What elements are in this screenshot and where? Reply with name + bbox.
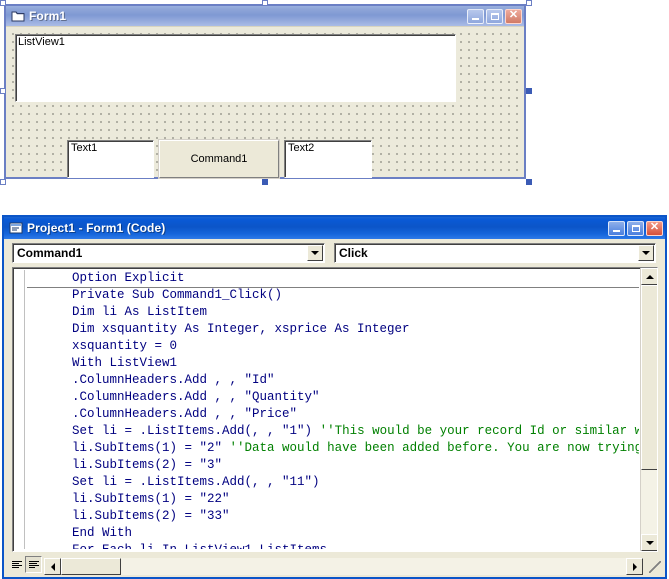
code-line: With ListView1	[27, 355, 639, 372]
form-window-title: Form1	[29, 9, 67, 23]
code-line-text: li.SubItems(1) = "22"	[27, 492, 230, 506]
scroll-right-icon[interactable]	[626, 558, 643, 575]
code-line-text: Private Sub Command1_Click()	[27, 288, 283, 302]
form-window-titlebar[interactable]: Form1 ✕	[6, 6, 524, 26]
minimize-icon	[472, 17, 479, 20]
code-line-text: .ColumnHeaders.Add , , "Price"	[27, 407, 298, 421]
code-line-text: li.SubItems(1) = "2"	[27, 441, 230, 455]
resize-handle-top-right[interactable]	[526, 0, 532, 6]
code-line: li.SubItems(2) = "3"	[27, 457, 639, 474]
object-dropdown-value: Command1	[17, 245, 83, 260]
listview1-label: ListView1	[18, 36, 65, 48]
procedure-dropdown-value: Click	[339, 245, 368, 260]
horizontal-scroll-thumb[interactable]	[61, 558, 121, 575]
code-line: Set li = .ListItems.Add(, , "11")	[27, 474, 639, 491]
code-line-text: .ColumnHeaders.Add , , "Id"	[27, 373, 275, 387]
resize-handle-middle-left[interactable]	[0, 88, 6, 94]
code-line-text: xsquantity = 0	[27, 339, 178, 353]
code-window-toolbar: Command1 Click	[4, 239, 665, 265]
code-line-text: Set li = .ListItems.Add(, , "1")	[27, 424, 320, 438]
text2-label: Text2	[288, 142, 315, 154]
code-line-text: End With	[27, 526, 133, 540]
code-horizontal-scrollbar[interactable]	[44, 558, 643, 575]
minimize-button[interactable]	[467, 8, 484, 24]
code-line: End With	[27, 525, 639, 542]
code-line-text: Option Explicit	[27, 271, 185, 285]
procedure-dropdown[interactable]: Click	[334, 242, 656, 263]
code-line: .ColumnHeaders.Add , , "Id"	[27, 372, 639, 389]
code-line-comment: ''Data would have been added before. You…	[229, 441, 639, 455]
window-resize-grip[interactable]	[646, 558, 663, 575]
maximize-icon	[631, 224, 640, 232]
code-line-text: .ColumnHeaders.Add , , "Quantity"	[27, 390, 320, 404]
code-vertical-scrollbar[interactable]	[640, 268, 657, 551]
code-lines-container[interactable]: Option Explicit Private Sub Command1_Cli…	[27, 270, 639, 549]
code-line-text: li.SubItems(2) = "33"	[27, 509, 230, 523]
form-document-icon	[11, 11, 25, 22]
code-line: Set li = .ListItems.Add(, , "1") ''This …	[27, 423, 639, 440]
code-line-text: With ListView1	[27, 356, 178, 370]
code-line: .ColumnHeaders.Add , , "Price"	[27, 406, 639, 423]
chevron-down-icon[interactable]	[638, 244, 654, 261]
code-window-title: Project1 - Form1 (Code)	[27, 221, 166, 235]
maximize-icon	[490, 12, 499, 20]
code-line-text: li.SubItems(2) = "3"	[27, 458, 223, 472]
full-module-view-icon[interactable]	[25, 556, 42, 573]
text2-control[interactable]: Text2	[284, 140, 372, 178]
resize-handle-middle-right[interactable]	[526, 88, 532, 94]
code-line: xsquantity = 0	[27, 338, 639, 355]
form-designer-window[interactable]: Form1 ✕ ListView1 Text1 Command1 Text2	[4, 4, 526, 179]
code-window-titlebar[interactable]: Project1 - Form1 (Code) ✕	[4, 217, 665, 239]
minimize-button[interactable]	[608, 220, 625, 236]
code-line: li.SubItems(1) = "2" ''Data would have b…	[27, 440, 639, 457]
form-window-buttons: ✕	[467, 8, 522, 24]
code-line: li.SubItems(1) = "22"	[27, 491, 639, 508]
code-line: .ColumnHeaders.Add , , "Quantity"	[27, 389, 639, 406]
resize-handle-bottom-left[interactable]	[0, 179, 6, 185]
command1-button[interactable]: Command1	[159, 140, 279, 178]
close-icon: ✕	[508, 9, 519, 21]
code-line: Dim li As ListItem	[27, 304, 639, 321]
chevron-down-icon[interactable]	[307, 244, 323, 261]
scroll-left-icon[interactable]	[44, 558, 61, 575]
scroll-down-icon[interactable]	[641, 534, 657, 551]
close-button[interactable]: ✕	[505, 8, 522, 24]
code-line: For Each li In ListView1.ListItems	[27, 542, 639, 549]
resize-handle-top-center[interactable]	[262, 0, 268, 6]
scroll-up-icon[interactable]	[641, 268, 657, 285]
maximize-button[interactable]	[486, 8, 503, 24]
horizontal-scroll-track[interactable]	[121, 558, 626, 575]
listview1-control[interactable]: ListView1	[15, 34, 456, 102]
code-line-text: Dim xsquantity As Integer, xsprice As In…	[27, 322, 410, 336]
code-line-text: For Each li In ListView1.ListItems	[27, 543, 327, 549]
code-line-text: Dim li As ListItem	[27, 305, 208, 319]
code-line-text: Set li = .ListItems.Add(, , "11")	[27, 475, 320, 489]
text1-control[interactable]: Text1	[67, 140, 154, 178]
vertical-scroll-thumb[interactable]	[641, 285, 657, 470]
screen: Form1 ✕ ListView1 Text1 Command1 Text2 P…	[0, 0, 669, 579]
code-line: Dim xsquantity As Integer, xsprice As In…	[27, 321, 639, 338]
margin-indicator-bar[interactable]	[15, 270, 25, 549]
object-dropdown[interactable]: Command1	[12, 242, 325, 263]
code-line: Option Explicit	[27, 270, 639, 287]
command1-label: Command1	[190, 153, 248, 165]
resize-handle-bottom-center[interactable]	[262, 179, 268, 185]
code-module-icon	[9, 222, 23, 234]
code-window-bottom-bar	[4, 552, 665, 577]
procedure-view-icon[interactable]	[8, 556, 25, 573]
code-line-comment: ''This would be your record Id or simila…	[319, 424, 639, 438]
resize-handle-bottom-right[interactable]	[526, 179, 532, 185]
code-editor-window[interactable]: Project1 - Form1 (Code) ✕ Command1 Click…	[2, 215, 667, 579]
form-design-surface[interactable]: ListView1 Text1 Command1 Text2	[6, 26, 524, 178]
maximize-button[interactable]	[627, 220, 644, 236]
minimize-icon	[613, 229, 620, 232]
resize-handle-top-left[interactable]	[0, 0, 6, 6]
code-line: li.SubItems(2) = "33"	[27, 508, 639, 525]
close-icon: ✕	[649, 221, 660, 233]
code-text-area[interactable]: Option Explicit Private Sub Command1_Cli…	[12, 267, 658, 552]
close-button[interactable]: ✕	[646, 220, 663, 236]
code-line: Private Sub Command1_Click()	[27, 287, 639, 304]
code-window-buttons: ✕	[608, 220, 663, 236]
text1-label: Text1	[71, 142, 98, 154]
